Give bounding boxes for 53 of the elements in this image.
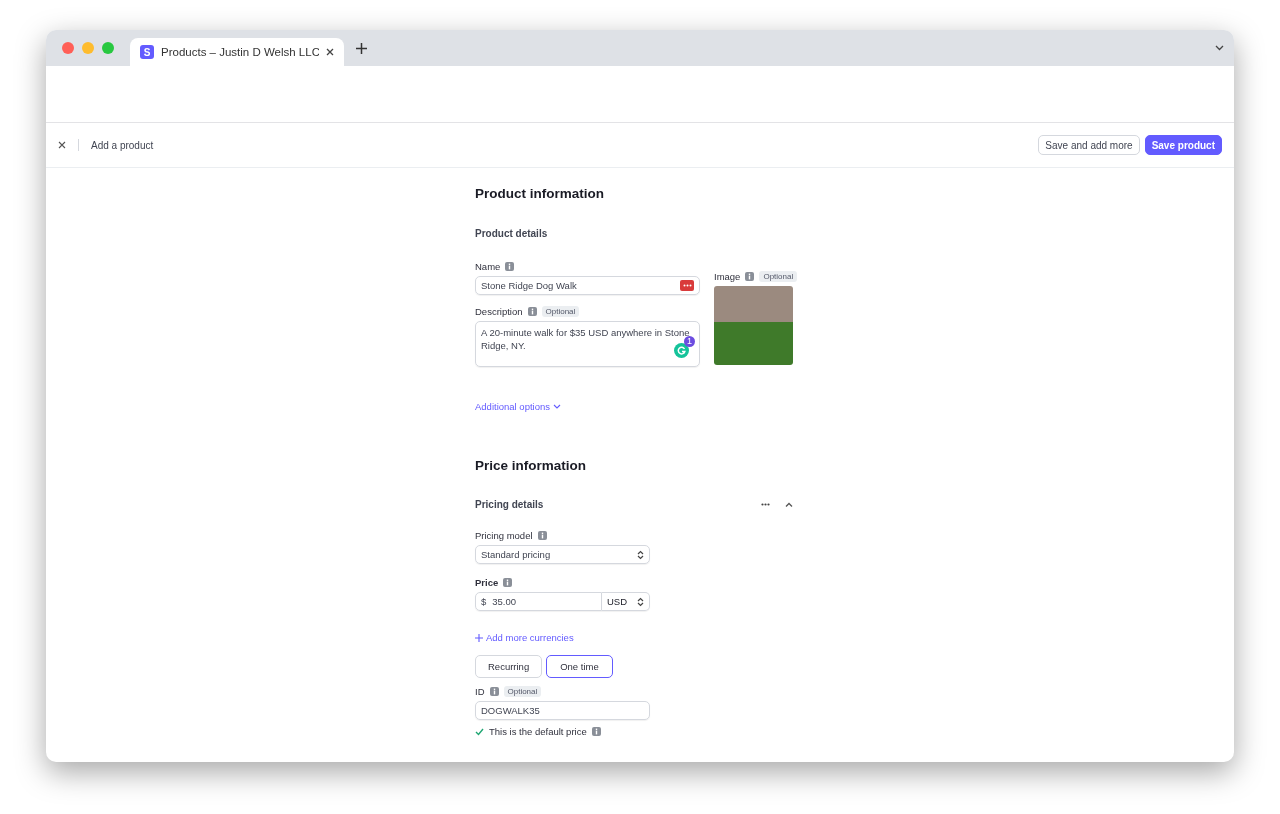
save-and-add-button[interactable]: Save and add more	[1038, 135, 1140, 155]
optional-badge: Optional	[503, 686, 542, 697]
save-button[interactable]: Save product	[1144, 135, 1222, 155]
maximize-window-button[interactable]	[102, 42, 114, 54]
info-icon[interactable]	[505, 262, 515, 271]
field-label: ID	[475, 686, 485, 697]
billing-option[interactable]: One time	[546, 655, 613, 678]
info-icon[interactable]	[591, 727, 601, 736]
checkbox-label: This is the default price	[489, 726, 587, 737]
plus-icon	[475, 633, 483, 642]
updown-icon	[637, 596, 644, 607]
default-price-checkbox[interactable]	[475, 727, 484, 736]
collapse-icon[interactable]	[785, 502, 793, 507]
chevron-down-icon	[553, 404, 561, 409]
chevron-up-icon	[785, 502, 793, 507]
close-icon[interactable]	[326, 48, 334, 56]
grammar-checker-icon[interactable]	[674, 343, 689, 358]
section-heading: Product information	[475, 186, 605, 201]
add-currencies-link[interactable]: Add more currencies	[475, 632, 801, 643]
close-window-button[interactable]	[62, 42, 74, 54]
info-icon[interactable]	[489, 687, 499, 696]
info-icon[interactable]	[745, 272, 755, 281]
name-field[interactable]: Stone Ridge Dog Walk	[475, 276, 700, 295]
info-icon[interactable]	[537, 531, 547, 540]
new-tab-icon[interactable]	[356, 42, 367, 54]
pricing-model-select[interactable]: Standard pricing	[475, 545, 650, 564]
field-label: Pricing model	[475, 530, 533, 541]
page-title: Add a product	[91, 139, 154, 151]
subsection-heading: Product details	[475, 228, 549, 239]
more-icon[interactable]	[761, 503, 770, 506]
field-label: Description	[475, 306, 523, 317]
optional-badge: Optional	[759, 271, 798, 282]
notification-count-badge: 1	[684, 336, 695, 347]
updown-icon	[637, 549, 644, 560]
close-icon[interactable]	[58, 141, 66, 149]
field-label: Name	[475, 261, 501, 272]
browser-tab[interactable]: S Products – Justin D Welsh LLC	[130, 38, 344, 66]
currency-select[interactable]: USD	[602, 592, 650, 611]
price-field[interactable]: $ 35.00	[475, 592, 602, 611]
description-field[interactable]: A 20-minute walk for $35 USD anywhere in Stone Ridge, NY. 1	[475, 321, 700, 367]
chevron-down-icon[interactable]	[1215, 45, 1224, 51]
optional-badge: Optional	[541, 306, 580, 317]
password-manager-icon[interactable]	[680, 280, 694, 291]
info-icon[interactable]	[503, 578, 513, 587]
billing-option[interactable]: Recurring	[475, 655, 543, 678]
subsection-heading: Pricing details	[475, 499, 544, 510]
section-heading: Price information	[475, 458, 588, 473]
field-label: Price	[475, 577, 499, 588]
info-icon[interactable]	[527, 307, 537, 316]
additional-options-link[interactable]: Additional options	[475, 401, 801, 412]
id-field[interactable]: DOGWALK35	[475, 701, 650, 720]
field-label: Image	[714, 271, 741, 282]
site-favicon: S	[140, 45, 154, 59]
